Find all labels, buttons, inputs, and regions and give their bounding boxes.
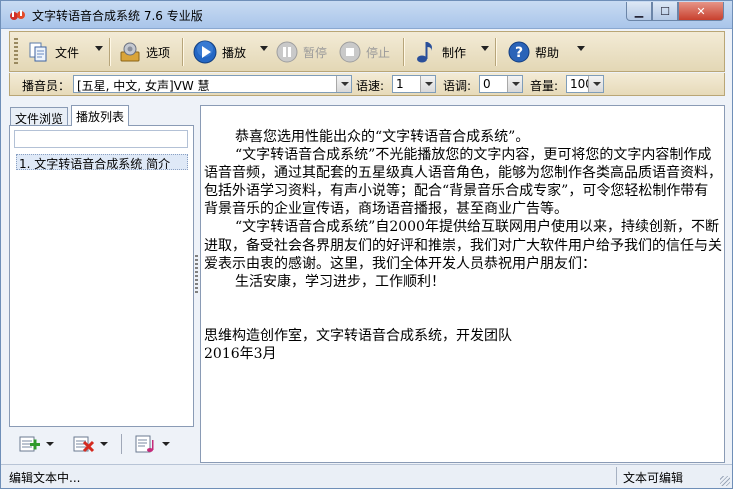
status-edit-mode: 文本可编辑 <box>616 467 720 485</box>
add-list-icon <box>19 436 40 452</box>
produce-label: 制作 <box>442 45 467 60</box>
toolbar-separator <box>121 434 122 454</box>
left-panel-tabs: 文件浏览 播放列表 <box>9 105 194 126</box>
options-label: 选项 <box>146 45 171 60</box>
playlist-item[interactable]: 1. 文字转语音合成系统 简介 <box>16 154 188 171</box>
resize-grip[interactable] <box>720 476 730 486</box>
main-toolbar: 文件 选项 播放 暂停 停止 制作 ? 帮助 <box>9 31 725 72</box>
announcer-label: 播音员： <box>22 79 71 93</box>
file-label: 文件 <box>55 45 80 60</box>
app-window: 文字转语音合成系统 7.6 专业版 ▁ ☐ ✕ 文件 选项 播放 暂停 停止 制… <box>0 0 733 489</box>
stop-label: 停止 <box>366 45 391 60</box>
playlist-toolbar <box>9 430 194 458</box>
volume-dropdown-button[interactable] <box>588 76 603 92</box>
help-dropdown-arrow[interactable] <box>577 46 585 51</box>
speed-select[interactable]: 1 <box>392 75 436 93</box>
music-list-icon <box>135 435 154 453</box>
file-icon <box>29 42 47 62</box>
stop-icon <box>339 41 361 63</box>
close-button[interactable]: ✕ <box>678 2 724 21</box>
remove-list-icon <box>73 436 95 453</box>
tab-file-browser[interactable]: 文件浏览 <box>10 107 69 126</box>
play-icon <box>193 40 217 64</box>
editor-blank-line <box>204 309 722 327</box>
text-editor[interactable]: 恭喜您选用性能出众的“文字转语音合成系统”。 “文字转语音合成系统”不光能播放您的… <box>200 105 725 463</box>
toolbar-separator <box>182 38 183 66</box>
minimize-button[interactable]: ▁ <box>626 2 652 21</box>
playlist-filter-field[interactable] <box>14 130 188 148</box>
play-dropdown-arrow[interactable] <box>260 46 268 51</box>
pause-button[interactable]: 暂停 <box>275 37 327 67</box>
window-title: 文字转语音合成系统 7.6 专业版 <box>32 9 203 23</box>
editor-paragraph: “文字转语音合成系统”自2000年提供给互联网用户使用以来，持续创新，不断进取，… <box>204 219 722 272</box>
pitch-dropdown-button[interactable] <box>507 76 522 92</box>
maximize-button[interactable]: ☐ <box>652 2 678 21</box>
editor-paragraph: 生活安康，学习进步，工作顺利！ <box>235 273 445 290</box>
announcer-dropdown-button[interactable] <box>336 76 351 92</box>
volume-label: 音量: <box>530 79 559 93</box>
speed-value: 1 <box>396 77 404 91</box>
splitter-grip[interactable] <box>195 255 198 295</box>
help-button[interactable]: ? 帮助 <box>507 37 559 67</box>
file-dropdown-arrow[interactable] <box>95 46 103 51</box>
remove-item-dropdown-arrow[interactable] <box>100 442 108 446</box>
options-button[interactable]: 选项 <box>118 37 170 67</box>
pitch-label: 语调: <box>443 79 472 93</box>
help-label: 帮助 <box>535 45 560 60</box>
help-icon: ? <box>508 41 530 63</box>
svg-text:?: ? <box>515 45 523 61</box>
toolbar-grip[interactable] <box>14 38 18 66</box>
add-item-button[interactable] <box>19 433 54 455</box>
toolbar-separator <box>495 38 496 66</box>
speed-label: 语速: <box>356 79 385 93</box>
left-panel: 文件浏览 播放列表 1. 文字转语音合成系统 简介 <box>9 105 194 461</box>
app-logo-icon <box>10 10 25 20</box>
file-button[interactable]: 文件 <box>27 37 79 67</box>
pitch-value: 0 <box>483 77 491 91</box>
status-message: 编辑文本中... <box>9 471 81 485</box>
editor-paragraph: 2016年3月 <box>204 346 277 363</box>
remove-item-button[interactable] <box>73 433 108 455</box>
playlist: 1. 文字转语音合成系统 简介 <box>9 125 194 427</box>
editor-paragraph: “文字转语音合成系统”不光能播放您的文字内容，更可将您的文字内容制作成语音音频，… <box>204 147 722 218</box>
pitch-select[interactable]: 0 <box>479 75 523 93</box>
pause-label: 暂停 <box>303 45 328 60</box>
announcer-value: [五星, 中文, 女声]VW 慧 <box>77 79 210 93</box>
produce-button[interactable]: 制作 <box>414 37 466 67</box>
play-label: 播放 <box>222 45 247 60</box>
volume-select[interactable]: 100 <box>566 75 604 93</box>
pause-icon <box>276 41 298 63</box>
music-note-icon <box>417 42 432 63</box>
editor-content[interactable]: 恭喜您选用性能出众的“文字转语音合成系统”。 “文字转语音合成系统”不光能播放您的… <box>204 128 722 363</box>
editor-paragraph: 恭喜您选用性能出众的“文字转语音合成系统”。 <box>235 129 530 145</box>
status-bar: 编辑文本中... 文本可编辑 <box>1 464 732 488</box>
play-button[interactable]: 播放 <box>192 37 246 67</box>
speed-dropdown-button[interactable] <box>420 76 435 92</box>
stop-button[interactable]: 停止 <box>338 37 390 67</box>
playlist-music-button[interactable] <box>135 433 170 455</box>
options-icon <box>120 42 140 62</box>
tab-playlist[interactable]: 播放列表 <box>71 105 130 126</box>
title-bar[interactable]: 文字转语音合成系统 7.6 专业版 ▁ ☐ ✕ <box>1 1 732 29</box>
produce-dropdown-arrow[interactable] <box>481 46 489 51</box>
toolbar-separator <box>109 38 110 66</box>
announcer-select[interactable]: [五星, 中文, 女声]VW 慧 <box>73 75 352 93</box>
editor-paragraph: 思维构造创作室，文字转语音合成系统，开发团队 <box>204 328 512 345</box>
voice-settings-bar: 播音员： [五星, 中文, 女声]VW 慧 语速: 1 语调: 0 音量: 10… <box>9 73 725 96</box>
toolbar-separator <box>403 38 404 66</box>
editor-blank-line <box>204 291 722 309</box>
playlist-music-dropdown-arrow[interactable] <box>162 442 170 446</box>
add-item-dropdown-arrow[interactable] <box>46 442 54 446</box>
